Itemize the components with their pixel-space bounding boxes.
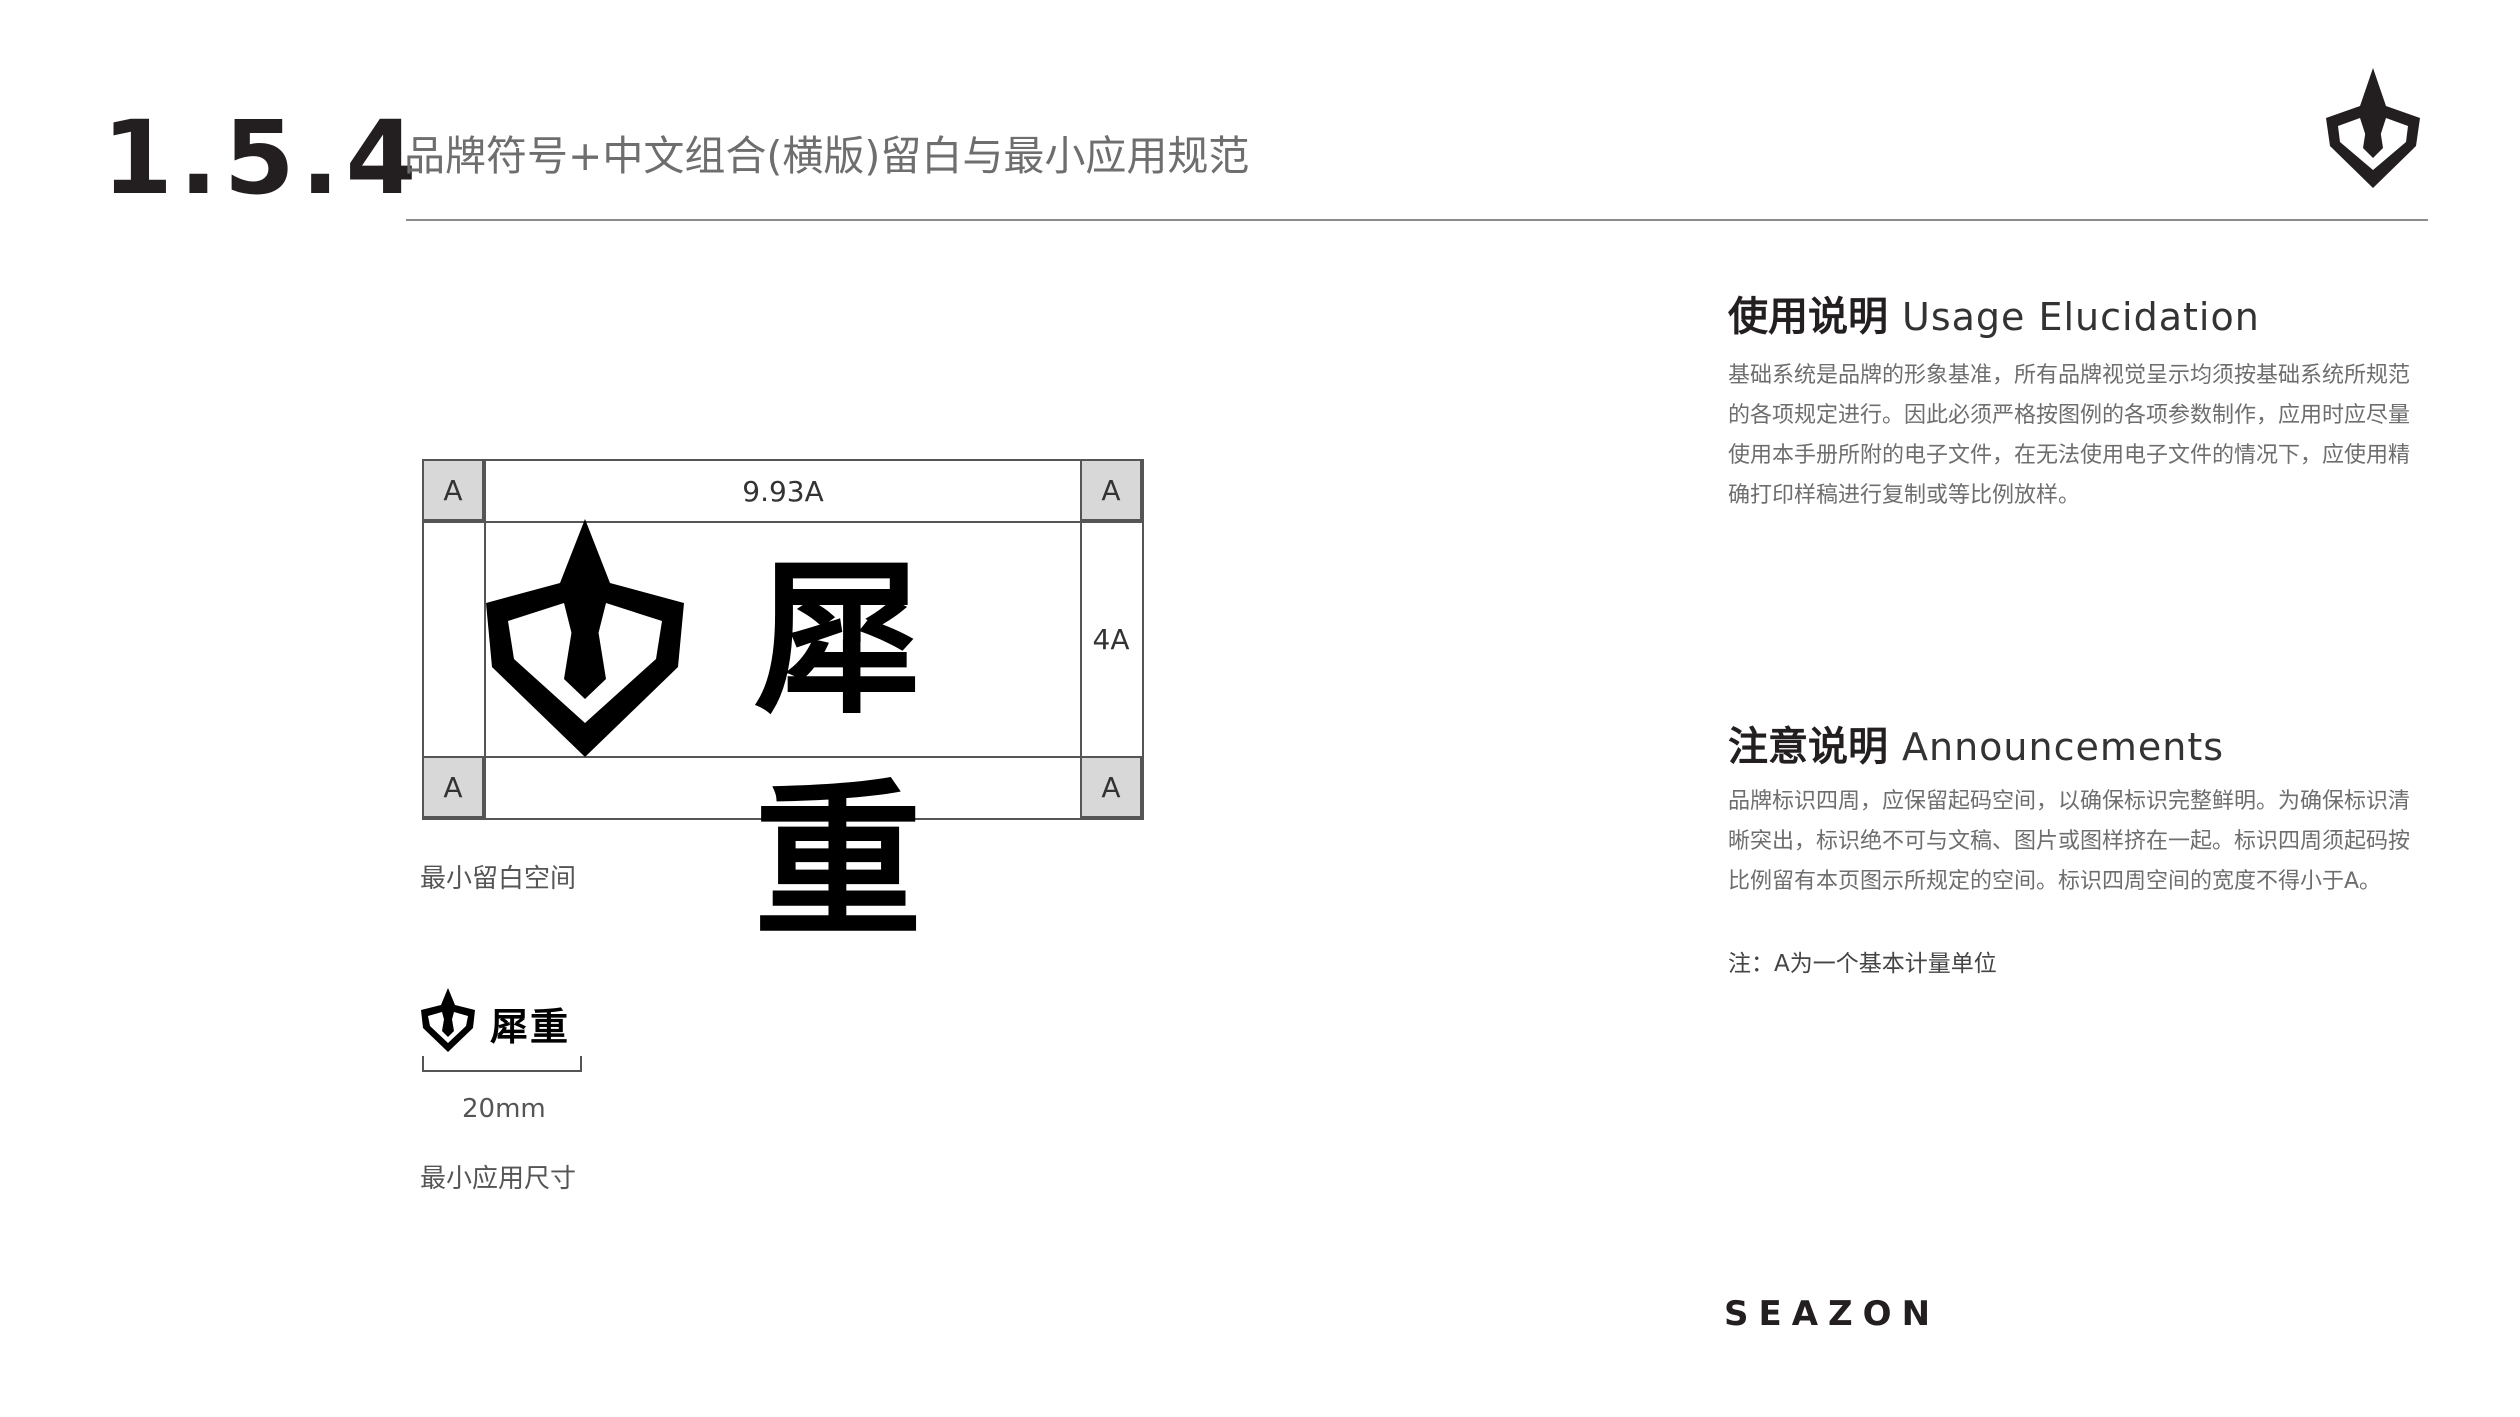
width-dimension-label: 9.93A: [742, 474, 824, 508]
size-bracket: [422, 1056, 582, 1072]
clearspace-caption: 最小留白空间: [420, 864, 577, 894]
page-title: 品牌符号+中文组合(横版)留白与最小应用规范: [404, 132, 1250, 180]
announcements-heading: 注意说明 Announcements: [1728, 714, 2224, 772]
corner-unit-label: A: [1080, 756, 1142, 818]
minimum-size-caption: 最小应用尺寸: [420, 1164, 577, 1194]
usage-body: 基础系统是品牌的形象基准，所有品牌视觉呈示均须按基础系统所规范的各项规定进行。因…: [1728, 363, 2411, 508]
announcements-title-en: Announcements: [1902, 725, 2225, 769]
minimum-size-wordmark: 犀重: [490, 1005, 571, 1049]
corner-unit-label: A: [422, 756, 484, 818]
announcements-title: 注意说明: [1728, 724, 1888, 770]
shield-logo-icon: [486, 519, 684, 757]
size-value: 20mm: [462, 1094, 546, 1124]
chinese-wordmark: 犀重: [754, 542, 936, 960]
announcements-body: 品牌标识四周，应保留起码空间，以确保标识完整鲜明。为确保标识清晰突出，标识绝不可…: [1728, 789, 2411, 894]
brand-wordmark: SEAZON: [1724, 1294, 1941, 1334]
corner-unit-label: A: [422, 459, 484, 521]
section-number: 1.5.4: [102, 99, 423, 218]
usage-title: 使用说明: [1728, 294, 1888, 340]
usage-title-en: Usage Elucidation: [1902, 295, 2260, 339]
unit-note: 注：A为一个基本计量单位: [1728, 951, 1997, 977]
corner-unit-label: A: [1080, 459, 1142, 521]
height-dimension-label: 4A: [1092, 623, 1130, 656]
brand-shield-icon: [2326, 68, 2420, 188]
usage-heading: 使用说明 Usage Elucidation: [1728, 284, 2260, 342]
clearspace-diagram: A A A A 9.93A 4A 犀重: [422, 459, 1144, 960]
header-divider: [406, 219, 2428, 221]
